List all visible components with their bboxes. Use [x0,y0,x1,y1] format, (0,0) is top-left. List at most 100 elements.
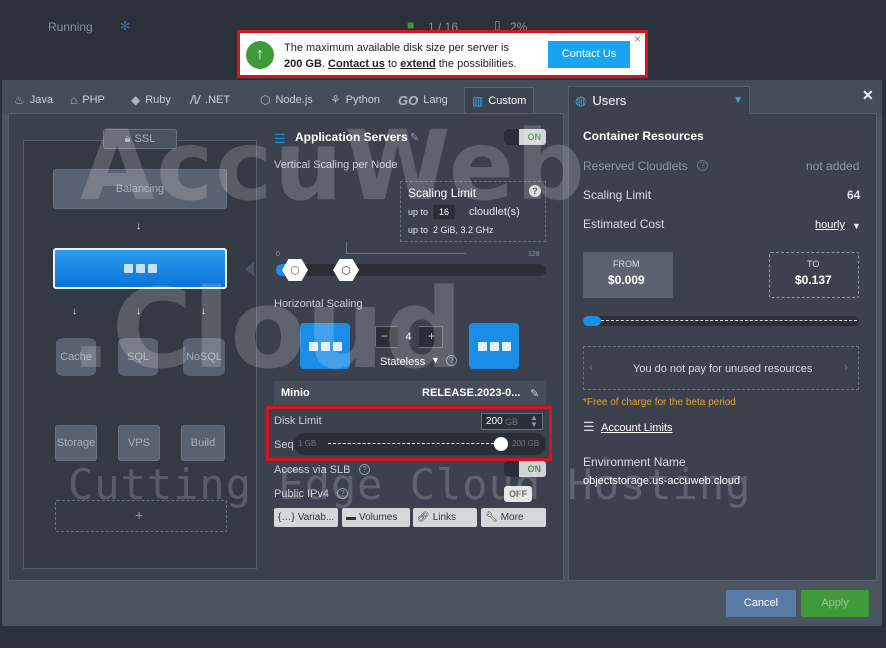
close-icon[interactable]: × [634,32,641,46]
custom-icon: ▥ [472,93,484,108]
chevron-down-icon[interactable]: ▼ [733,95,743,106]
more-button[interactable]: 🔧︎ More [481,508,546,527]
unused-resources-text: You do not pay for unused resources [633,363,813,375]
links-button[interactable]: 🔗︎ Links [413,508,477,527]
tab-go[interactable]: GO Lang [398,87,448,113]
vertical-scaling-label: Vertical Scaling per Node [274,159,398,171]
tab-ruby[interactable]: ◆ Ruby [131,87,171,113]
volumes-button[interactable]: ▬ Volumes [342,508,410,527]
braces-icon: {…} [278,512,295,523]
app-tag[interactable]: RELEASE.2023-0... [422,387,520,399]
environment-name-label: Environment Name [583,455,686,469]
node-icon-left [300,323,350,369]
tab-php[interactable]: ⌂ PHP [70,87,105,113]
scaling-limit-label: Scaling Limit [583,188,652,202]
ipv4-toggle[interactable]: OFF [504,486,532,502]
cost-from-label: FROM [613,259,640,269]
cost-to-label: TO [807,259,820,269]
node-square-icon [135,264,145,273]
cost-bar-range [601,320,857,321]
tab-nodejs[interactable]: ⬡ Node.js [260,87,313,113]
node-count-input[interactable]: 4 [398,326,419,348]
arrow-up-icon: ↑ [246,41,274,69]
cloudlets-input[interactable]: 16 [433,205,455,219]
ssl-button[interactable]: 🔒︎ SSL [103,129,177,149]
chevron-down-icon[interactable]: ▼ [852,221,861,231]
env-status: Running [48,20,93,34]
cloudlets-unit: cloudlet(s) [469,206,520,218]
scaling-limit-title: Scaling Limit [408,186,477,200]
node-icon-right [469,323,519,369]
sql-node[interactable]: SQL [118,338,158,376]
account-limits-link[interactable]: Account Limits [601,422,673,434]
chevron-right-icon[interactable]: › [844,360,848,374]
increment-button[interactable]: + [428,329,435,343]
help-icon[interactable]: ? [529,185,541,197]
balancing-node[interactable]: Balancing [53,169,227,209]
scaling-mode-select[interactable]: Stateless [380,356,425,368]
globe-icon: ✻ [120,19,131,33]
help-icon[interactable]: ? [337,488,348,499]
node-square-icon [147,264,157,273]
storage-node[interactable]: Storage [55,425,97,461]
decrement-button[interactable]: − [381,329,388,343]
connector-line [346,242,466,254]
app-name: Minio [281,387,310,399]
plus-icon: + [135,507,144,523]
app-servers-toggle[interactable]: ON [504,129,546,145]
tab-custom[interactable]: ▥ Custom [464,87,535,113]
folder-icon: ▬ [346,512,356,523]
edit-icon[interactable]: ✎ [410,131,419,144]
application-server-node[interactable] [53,248,227,289]
ruby-icon: ◆ [131,93,141,107]
edit-icon[interactable]: ✎ [530,387,539,400]
arrow-down-icon: ↓ [136,221,141,232]
chevron-left-icon[interactable]: ‹ [589,360,593,374]
environment-name-input[interactable]: objectstorage.us-accuweb.cloud [583,475,740,487]
resources-value: 2 GiB, 3.2 GHz [433,225,494,235]
contact-us-button[interactable]: Contact Us [548,41,630,68]
slider-min: 0 [276,251,280,258]
apply-button[interactable]: Apply [801,590,869,617]
node-square-icon [123,264,133,273]
dotnet-icon: /\/ [190,93,201,107]
cost-to-value: $0.137 [795,273,832,287]
tab-python[interactable]: ⚘ Python [330,87,380,113]
variables-button[interactable]: {…} Variab... [274,508,338,527]
globe-icon: ◍ [575,92,587,108]
help-icon[interactable]: ? [446,355,457,366]
close-icon[interactable]: ✕ [862,87,874,104]
slb-toggle[interactable]: ON [504,461,546,477]
resources-up-to: up to [408,225,429,235]
cancel-button[interactable]: Cancel [726,590,796,617]
tab-dotnet[interactable]: /\/.NET [190,87,230,113]
vertical-scaling-slider[interactable] [276,264,546,276]
arrow-down-icon: ↓ [201,306,206,317]
nosql-node[interactable]: NoSQL [183,338,225,376]
extend-link[interactable]: extend [400,58,435,70]
scaling-limit-value: 64 [847,188,861,202]
document-icon: ☰ [583,419,595,434]
contact-us-link[interactable]: Contact us [328,58,385,70]
vps-node[interactable]: VPS [118,425,160,461]
help-icon[interactable]: ? [359,464,370,475]
arrow-down-icon: ↓ [136,306,141,317]
up-to-label: up to [408,207,429,217]
cache-node[interactable]: Cache [56,338,96,376]
php-icon: ⌂ [70,93,78,107]
java-icon: ♨ [14,93,25,107]
ipv4-label: Public IPv4 [274,488,330,500]
chevron-down-icon[interactable]: ▼ [431,355,440,365]
app-servers-icon: ☰ [274,131,286,146]
horizontal-scaling-label: Horizontal Scaling [274,298,363,310]
estimated-cost-label: Estimated Cost [583,217,665,231]
slider-max: 128 [528,251,540,258]
link-icon: 🔗︎ [417,512,430,523]
users-tab[interactable]: ◍ Users ▼ [568,86,750,114]
tab-java[interactable]: ♨ Java [14,87,53,113]
help-icon[interactable]: ? [697,160,708,171]
lock-icon: 🔒︎ [124,132,131,145]
cost-period-select[interactable]: hourly [815,219,845,231]
disk-limit-highlight [266,406,552,461]
build-node[interactable]: Build [181,425,225,461]
